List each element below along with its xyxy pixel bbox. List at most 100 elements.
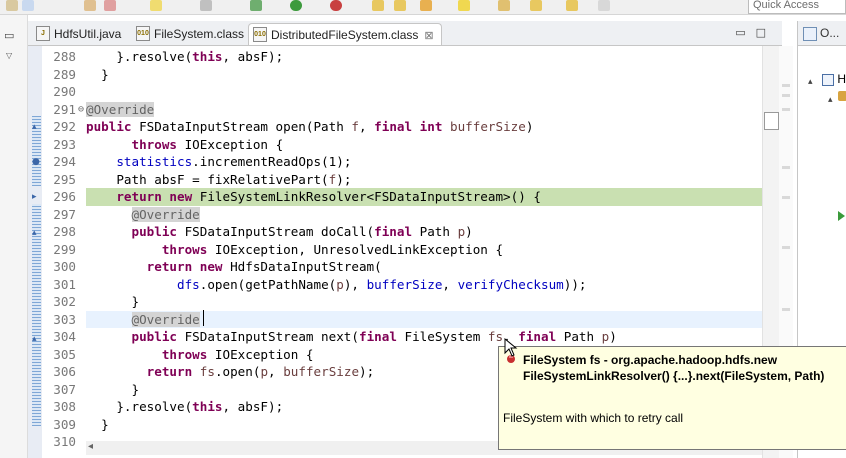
tab-distributedfilesystem-class[interactable]: 010 DistributedFileSystem.class ⊠ <box>248 23 442 45</box>
code-line[interactable]: 289 } <box>28 66 768 84</box>
overview-mark[interactable] <box>782 84 790 87</box>
code-text: return new FileSystemLinkResolver<FSData… <box>86 188 541 206</box>
code-token: ), <box>343 276 367 292</box>
pencil-icon[interactable] <box>420 0 432 11</box>
overview-mark[interactable] <box>782 196 790 199</box>
forward-arrow-icon[interactable] <box>566 0 578 11</box>
code-line[interactable]: 303 @Override <box>53 310 768 328</box>
overview-mark[interactable] <box>782 308 790 311</box>
toolbar-tool-icon[interactable] <box>22 0 34 11</box>
code-token: , <box>442 276 458 292</box>
tab-filesystem-class[interactable]: 010 FileSystem.class <box>132 23 244 45</box>
code-text: throws IOException { <box>86 136 284 154</box>
code-token: return new <box>116 189 193 204</box>
line-number: 290 <box>53 84 76 99</box>
code-token: p <box>336 276 344 292</box>
lightbulb-icon[interactable] <box>458 0 470 11</box>
code-line[interactable]: 292 public FSDataInputStream open(Path f,… <box>28 118 768 136</box>
code-token: public <box>131 224 178 239</box>
code-token: statistics <box>116 154 193 169</box>
tab-outline[interactable]: O... <box>798 21 846 46</box>
code-line[interactable]: 295 Path absF = fixRelativePart(f); <box>28 171 768 189</box>
tooltip-description: FileSystem with which to retry call <box>503 411 684 425</box>
line-number: 293 <box>53 136 76 152</box>
run-icon[interactable] <box>290 0 302 11</box>
code-line[interactable]: 299 throws IOException, UnresolvedLinkEx… <box>28 241 768 259</box>
code-text: statistics.incrementReadOps(1); <box>86 153 351 171</box>
code-token: , absF); <box>222 49 284 64</box>
code-token: final int <box>374 119 443 134</box>
code-token: public <box>86 119 132 134</box>
maximize-icon[interactable]: □ <box>756 26 776 39</box>
close-icon[interactable]: ⊠ <box>424 30 433 42</box>
code-line[interactable]: 297 @Override <box>28 206 768 224</box>
code-token: fs <box>487 329 504 344</box>
code-line[interactable]: 293 throws IOException { <box>28 136 768 154</box>
code-line[interactable]: 300 return new HdfsDataInputStream( <box>28 258 768 276</box>
code-token: @Override <box>131 206 200 222</box>
restore-icon[interactable]: ▭ <box>4 29 14 42</box>
code-line[interactable]: 296 return new FileSystemLinkResolver<FS… <box>53 188 768 206</box>
code-text: @Override <box>86 206 200 224</box>
toolbar-tool-icon[interactable] <box>200 0 212 11</box>
code-line[interactable]: 298 public FSDataInputStream doCall(fina… <box>28 223 768 241</box>
code-token: dfs <box>177 276 200 292</box>
open-folder-icon[interactable] <box>394 0 406 11</box>
toolbar-tool-icon[interactable] <box>104 0 116 11</box>
code-line[interactable]: 288 }.resolve(this, absF); <box>28 48 768 66</box>
pin-icon[interactable] <box>498 0 510 11</box>
code-line[interactable]: 301 dfs.open(getPathName(p), bufferSize,… <box>28 276 768 294</box>
code-text: public FSDataInputStream next(final File… <box>86 328 617 346</box>
code-text: throws IOException, UnresolvedLinkExcept… <box>86 241 503 259</box>
code-line[interactable]: 302 } <box>28 293 768 311</box>
line-number: 294 <box>53 154 76 169</box>
quick-access-input[interactable]: Quick Access <box>748 0 846 14</box>
tab-hdfsutil-java[interactable]: J HdfsUtil.java <box>32 23 121 45</box>
fold-toggle-icon[interactable]: ⊖ <box>78 101 84 119</box>
code-token: return <box>146 364 193 379</box>
expand-arrow-icon[interactable]: ▴ <box>808 77 813 87</box>
class-icon <box>822 73 834 86</box>
code-token: }.resolve( <box>86 399 193 414</box>
back-arrow-icon[interactable] <box>530 0 542 11</box>
code-line[interactable]: 294 statistics.incrementReadOps(1); <box>28 153 768 171</box>
overview-mark[interactable] <box>782 94 790 97</box>
code-token: throws <box>131 136 178 152</box>
overview-mark[interactable] <box>782 166 790 169</box>
javadoc-hover-tooltip: FileSystem fs - org.apache.hadoop.hdfs.n… <box>498 346 846 450</box>
minimize-icon[interactable]: ▭ <box>735 26 755 39</box>
scroll-left-icon[interactable]: ◂ <box>88 441 93 452</box>
code-line[interactable]: 304 public FSDataInputStream next(final … <box>28 328 768 346</box>
code-token: , absF); <box>222 399 284 414</box>
scrollbar-thumb[interactable] <box>764 112 779 130</box>
line-number: 304 <box>53 329 76 344</box>
code-token: } <box>86 66 109 82</box>
overview-mark[interactable] <box>782 246 790 249</box>
expand-arrow-icon[interactable]: ▴ <box>828 95 833 105</box>
line-number: 305 <box>53 346 76 362</box>
debug-icon[interactable] <box>250 0 262 11</box>
code-text: }.resolve(this, absF); <box>86 48 283 66</box>
code-token: FSDataInputStream next( <box>177 329 359 344</box>
line-number: 300 <box>53 259 76 274</box>
toolbar-tool-icon[interactable] <box>150 0 162 11</box>
view-menu-icon[interactable]: ▽ <box>6 51 12 60</box>
forward-arrow-icon[interactable] <box>598 0 610 11</box>
mouse-pointer-icon <box>504 338 518 357</box>
line-number: 310 <box>53 434 76 449</box>
toolbar-tool-icon[interactable] <box>6 0 18 11</box>
open-folder-icon[interactable] <box>372 0 384 11</box>
code-line[interactable]: 291 ⊖ @Override <box>28 101 768 119</box>
overview-mark[interactable] <box>782 108 790 111</box>
tooltip-title: FileSystem fs - org.apache.hadoop.hdfs.n… <box>523 353 825 383</box>
code-line[interactable]: 290 <box>28 83 768 101</box>
tab-label: HdfsUtil.java <box>54 27 122 41</box>
line-number: 292 <box>53 119 76 134</box>
override-marker-icon[interactable]: ▸ <box>32 192 37 202</box>
external-tools-icon[interactable] <box>330 0 342 11</box>
outline-class-node[interactable]: H <box>822 72 846 86</box>
code-token: FileSystem <box>396 329 488 344</box>
toolbar-tool-icon[interactable] <box>84 0 96 11</box>
